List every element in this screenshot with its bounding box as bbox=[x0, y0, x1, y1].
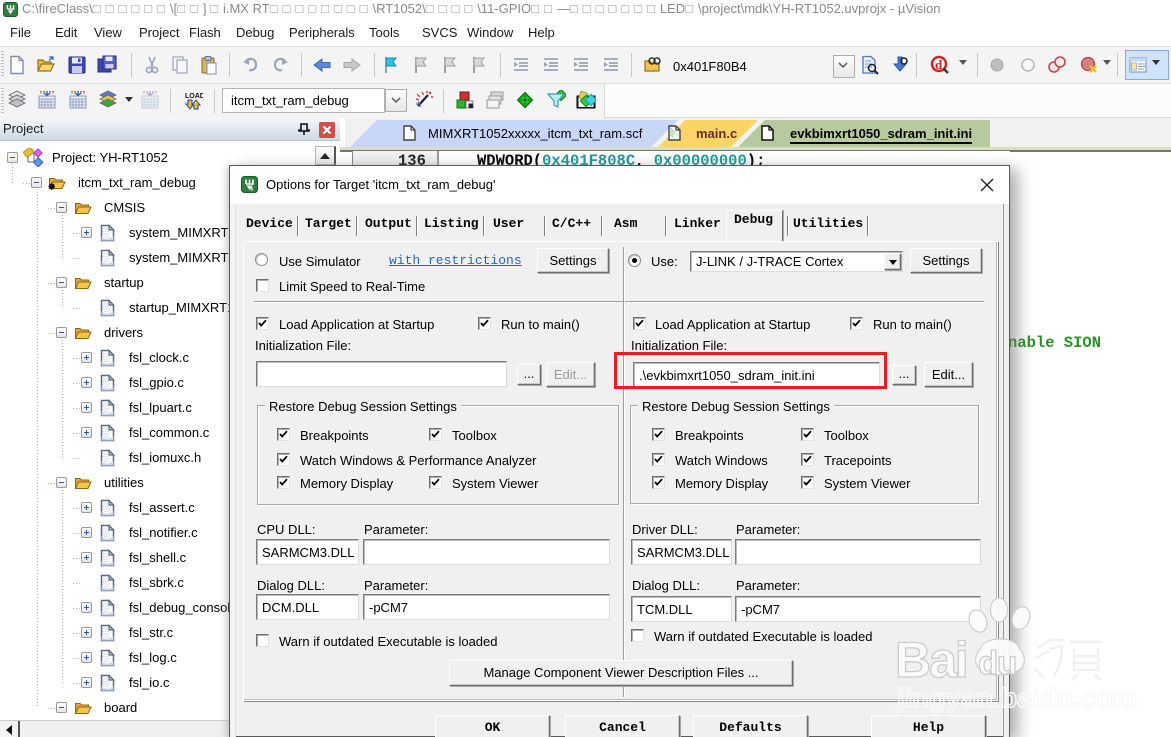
svg-text:Bai: Bai bbox=[895, 632, 967, 688]
svg-text:d: d bbox=[935, 57, 943, 72]
svg-text:LOAD: LOAD bbox=[185, 93, 203, 100]
svg-text:jingyan.baidu.com: jingyan.baidu.com bbox=[896, 683, 1137, 713]
svg-text:du: du bbox=[978, 644, 1016, 681]
